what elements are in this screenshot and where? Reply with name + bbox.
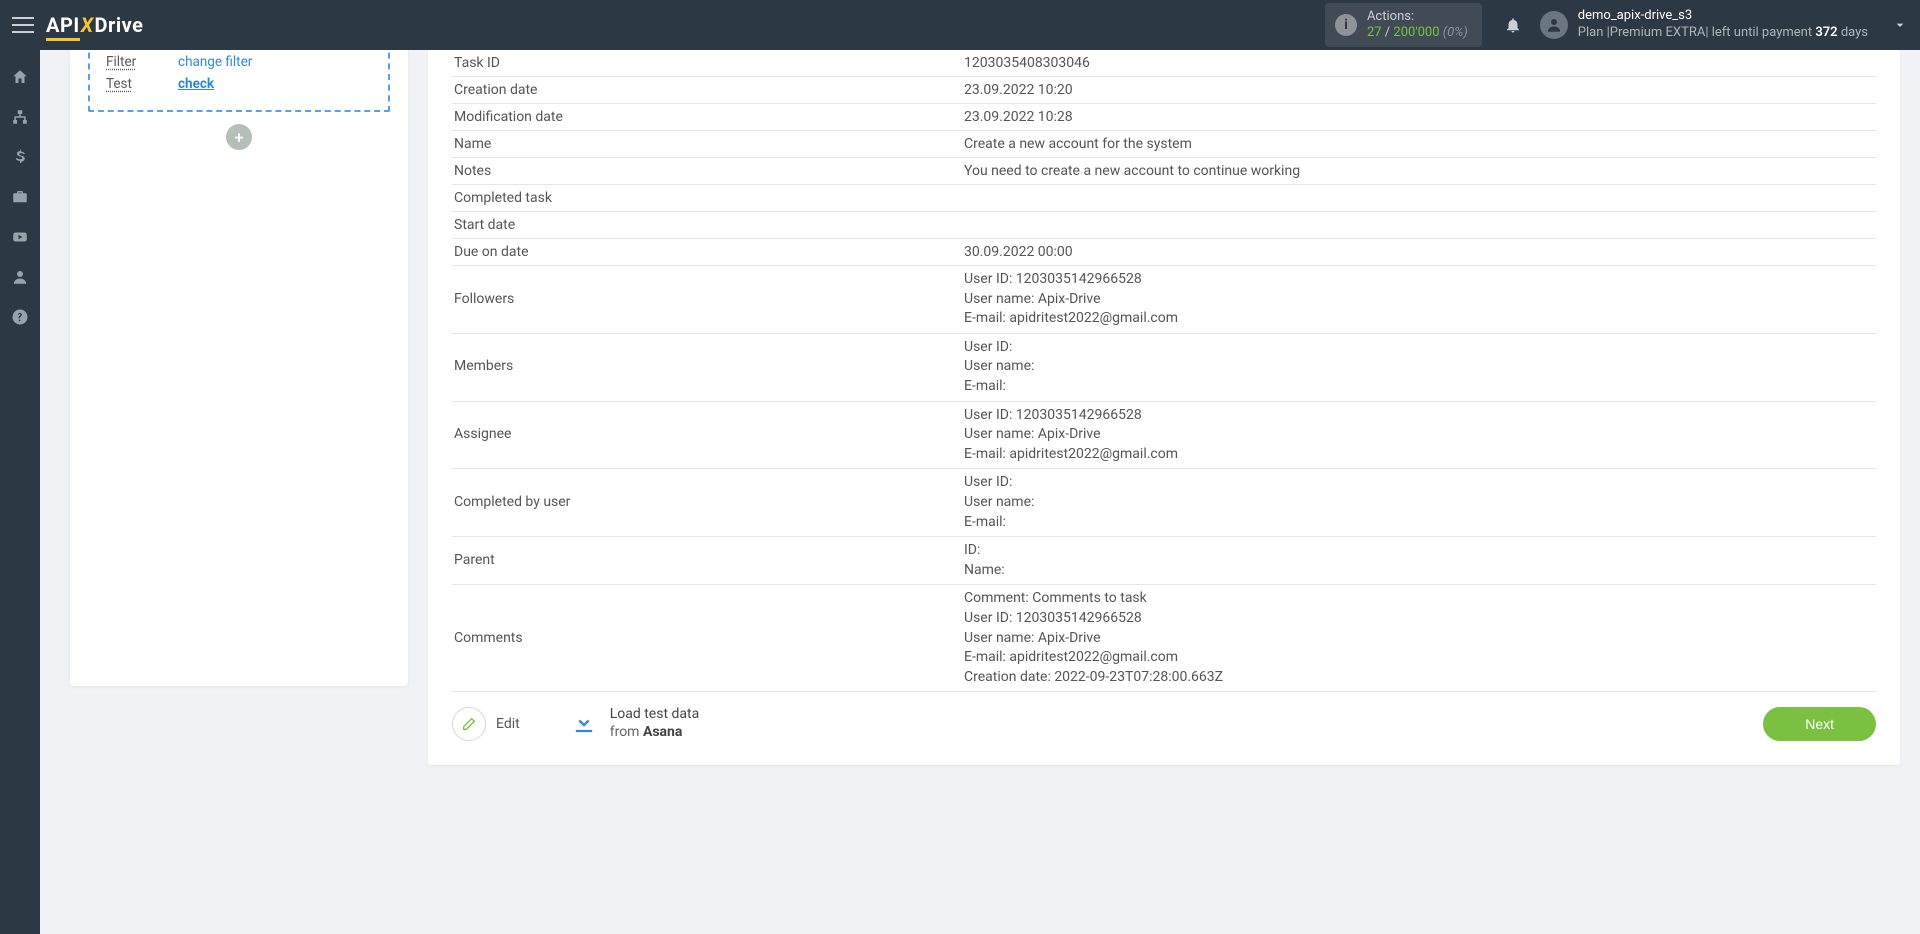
field-value: 23.09.2022 10:28 <box>962 104 1876 131</box>
table-row: Start date <box>452 212 1876 239</box>
load-test-label: Load test data from Asana <box>610 706 700 741</box>
logo-x: X <box>81 13 94 37</box>
info-icon: i <box>1335 14 1357 36</box>
field-label: Completed task <box>452 185 962 212</box>
field-value <box>962 185 1876 212</box>
data-table: Task ID1203035408303046Creation date23.0… <box>452 50 1876 692</box>
avatar-icon <box>1540 11 1568 39</box>
bell-icon[interactable] <box>1504 16 1522 34</box>
logo-api: API <box>46 13 80 37</box>
test-data-card: Task ID1203035408303046Creation date23.0… <box>428 50 1900 765</box>
table-row: NotesYou need to create a new account to… <box>452 158 1876 185</box>
card-footer: Edit Load test data from Asana Next <box>452 706 1876 741</box>
hamburger-menu-icon[interactable] <box>12 17 34 33</box>
field-label: Due on date <box>452 239 962 266</box>
next-button[interactable]: Next <box>1763 707 1876 741</box>
home-icon[interactable] <box>11 68 29 86</box>
chevron-down-icon <box>1892 17 1908 33</box>
field-value: 23.09.2022 10:20 <box>962 77 1876 104</box>
sidebar <box>0 50 40 934</box>
field-label: Modification date <box>452 104 962 131</box>
check-link[interactable]: check <box>178 76 214 92</box>
field-label: Name <box>452 131 962 158</box>
field-label: Start date <box>452 212 962 239</box>
field-label: Assignee <box>452 401 962 469</box>
user-info: demo_apix-drive_s3 Plan |Premium EXTRA| … <box>1578 8 1868 42</box>
table-row: NameCreate a new account for the system <box>452 131 1876 158</box>
change-filter-link[interactable]: change filter <box>178 54 252 70</box>
download-icon <box>570 710 598 738</box>
field-label: Comments <box>452 585 962 692</box>
field-label: Parent <box>452 537 962 585</box>
edit-button[interactable]: Edit <box>452 707 520 741</box>
logo[interactable]: APIXDrive <box>46 13 143 37</box>
load-test-data-button[interactable]: Load test data from Asana <box>570 706 700 741</box>
table-row: Task ID1203035408303046 <box>452 50 1876 77</box>
dollar-icon[interactable] <box>11 148 29 166</box>
table-row: CommentsComment: Comments to taskUser ID… <box>452 585 1876 692</box>
table-row: Due on date30.09.2022 00:00 <box>452 239 1876 266</box>
field-value: User ID: 1203035142966528User name: Apix… <box>962 401 1876 469</box>
user-icon[interactable] <box>11 268 29 286</box>
config-label: Filter <box>106 54 178 70</box>
help-icon[interactable] <box>11 308 29 326</box>
pencil-icon <box>452 707 486 741</box>
table-row: MembersUser ID:User name:E-mail: <box>452 333 1876 401</box>
logo-drive: Drive <box>95 13 144 37</box>
field-value: 30.09.2022 00:00 <box>962 239 1876 266</box>
field-label: Completed by user <box>452 469 962 537</box>
youtube-icon[interactable] <box>11 228 29 246</box>
field-value: Comment: Comments to taskUser ID: 120303… <box>962 585 1876 692</box>
table-row: Completed task <box>452 185 1876 212</box>
actions-text: Actions: 27 / 200'000 (0%) <box>1367 9 1468 42</box>
field-label: Followers <box>452 266 962 334</box>
field-value: User ID:User name:E-mail: <box>962 333 1876 401</box>
actions-counter[interactable]: i Actions: 27 / 200'000 (0%) <box>1325 3 1482 48</box>
field-label: Notes <box>452 158 962 185</box>
config-row-test: Test check <box>106 76 372 92</box>
field-label: Creation date <box>452 77 962 104</box>
table-row: FollowersUser ID: 1203035142966528User n… <box>452 266 1876 334</box>
table-row: Modification date23.09.2022 10:28 <box>452 104 1876 131</box>
config-label: Test <box>106 76 178 92</box>
table-row: Creation date23.09.2022 10:20 <box>452 77 1876 104</box>
table-row: AssigneeUser ID: 1203035142966528User na… <box>452 401 1876 469</box>
source-config-card: Filter change filter Test check + <box>70 50 408 686</box>
table-row: ParentID:Name: <box>452 537 1876 585</box>
test-config-box: Filter change filter Test check <box>88 50 390 112</box>
add-button[interactable]: + <box>226 124 252 150</box>
field-label: Members <box>452 333 962 401</box>
briefcase-icon[interactable] <box>11 188 29 206</box>
sitemap-icon[interactable] <box>11 108 29 126</box>
edit-label: Edit <box>496 716 520 732</box>
field-value: 1203035408303046 <box>962 50 1876 77</box>
user-menu[interactable]: demo_apix-drive_s3 Plan |Premium EXTRA| … <box>1540 8 1908 42</box>
field-label: Task ID <box>452 50 962 77</box>
field-value: User ID:User name:E-mail: <box>962 469 1876 537</box>
config-row-filter: Filter change filter <box>106 54 372 70</box>
table-row: Completed by userUser ID:User name:E-mai… <box>452 469 1876 537</box>
field-value: ID:Name: <box>962 537 1876 585</box>
field-value <box>962 212 1876 239</box>
field-value: You need to create a new account to cont… <box>962 158 1876 185</box>
field-value: User ID: 1203035142966528User name: Apix… <box>962 266 1876 334</box>
field-value: Create a new account for the system <box>962 131 1876 158</box>
